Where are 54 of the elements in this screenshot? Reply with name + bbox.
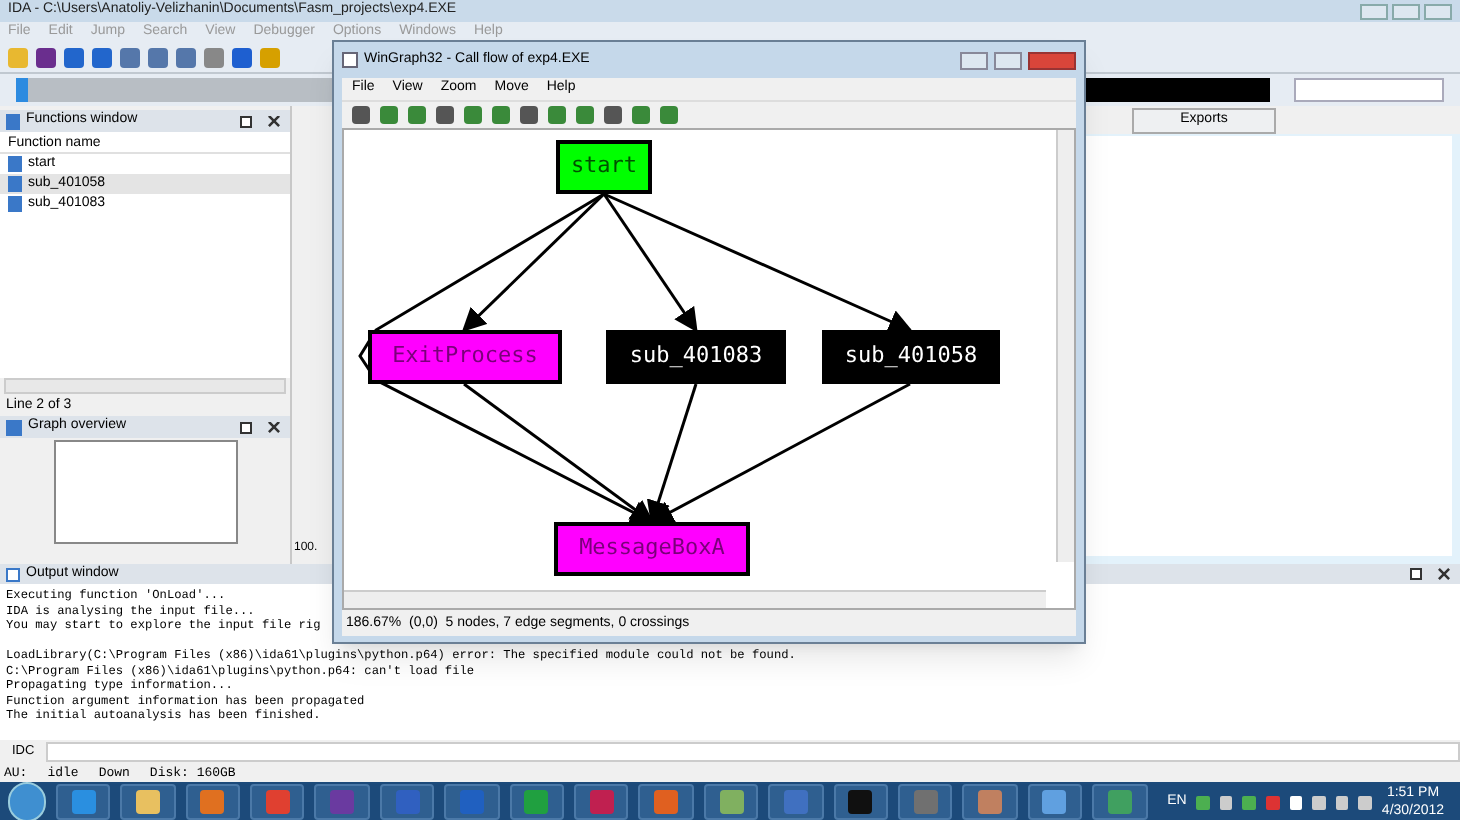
- taskbar-app-button[interactable]: [638, 784, 694, 820]
- app-icon: [459, 790, 484, 814]
- restore-icon[interactable]: [240, 421, 252, 433]
- app-icon: [848, 790, 873, 814]
- command-input[interactable]: [46, 742, 1460, 762]
- app-icon: [1107, 790, 1132, 814]
- minimize-icon[interactable]: [960, 51, 988, 69]
- minimize-icon[interactable]: [1360, 3, 1388, 19]
- graph-icon: [6, 419, 22, 435]
- taskbar-app-button[interactable]: [1027, 784, 1083, 820]
- app-icon: [330, 790, 355, 814]
- app-icon: [200, 790, 225, 814]
- taskbar-app-button[interactable]: [703, 784, 759, 820]
- taskbar-app-button[interactable]: [185, 784, 241, 820]
- app-icon: [136, 790, 160, 814]
- maximize-icon[interactable]: [1392, 3, 1420, 19]
- app-icon: [265, 790, 290, 814]
- restore-icon[interactable]: [1410, 568, 1422, 580]
- segment-dropdown[interactable]: [1294, 78, 1444, 102]
- taskbar-app-button[interactable]: [55, 784, 111, 820]
- start-orb-icon[interactable]: [8, 782, 46, 820]
- horizontal-scrollbar[interactable]: [344, 590, 1046, 608]
- close-icon[interactable]: [268, 115, 280, 127]
- app-icon: [783, 790, 808, 814]
- app-icon: [1042, 790, 1067, 814]
- graph-node[interactable]: sub_401083: [606, 330, 786, 384]
- app-icon: [589, 790, 614, 814]
- taskbar-app-button[interactable]: [250, 784, 305, 820]
- horizontal-scrollbar[interactable]: [4, 378, 286, 394]
- taskbar-app-button[interactable]: [833, 784, 888, 820]
- app-icon: [71, 790, 96, 814]
- app-icon: [978, 790, 1003, 814]
- maximize-icon[interactable]: [994, 51, 1022, 69]
- taskbar-app-button[interactable]: [1092, 784, 1148, 820]
- taskbar-app-button[interactable]: [962, 784, 1018, 820]
- close-icon[interactable]: [1438, 568, 1450, 580]
- app-icon: [524, 790, 549, 814]
- app-icon: [342, 52, 358, 68]
- taskbar-app-button[interactable]: [120, 784, 176, 820]
- taskbar-app-button[interactable]: [898, 784, 953, 820]
- app-icon: [913, 790, 938, 814]
- app-icon: [395, 790, 420, 814]
- app-icon: [654, 790, 679, 814]
- graph-node[interactable]: sub_401058: [822, 330, 1000, 384]
- taskbar-app-button[interactable]: [379, 784, 435, 820]
- graph-node[interactable]: start: [556, 140, 652, 194]
- function-icon: [6, 113, 20, 129]
- taskbar-app-button[interactable]: [509, 784, 565, 820]
- restore-icon[interactable]: [240, 115, 252, 127]
- close-icon[interactable]: [1028, 51, 1076, 69]
- taskbar-app-button[interactable]: [574, 784, 629, 820]
- close-icon[interactable]: [268, 421, 280, 433]
- vertical-scrollbar[interactable]: [1056, 130, 1074, 562]
- app-icon: [719, 790, 744, 814]
